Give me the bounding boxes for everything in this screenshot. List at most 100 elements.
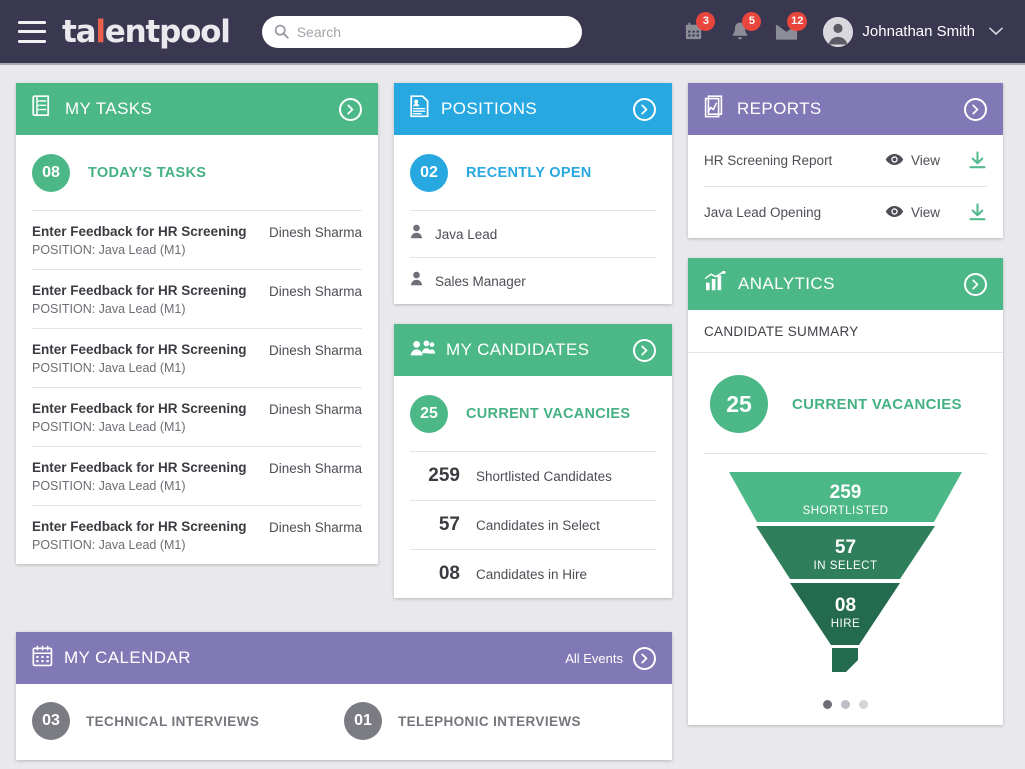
reports-title: REPORTS	[737, 99, 822, 118]
my-calendar-open-button[interactable]	[633, 646, 656, 670]
avatar[interactable]	[823, 16, 854, 47]
top-navbar: talentpool 3	[0, 0, 1025, 65]
analytics-vacancies-label: CURRENT VACANCIES	[792, 395, 962, 413]
download-report-button[interactable]	[968, 203, 987, 222]
messages-badge: 12	[787, 11, 808, 31]
task-person: Dinesh Sharma	[268, 520, 362, 535]
search-box[interactable]	[261, 15, 582, 48]
report-chart-icon	[704, 95, 726, 123]
task-position: POSITION: Java Lead (M1)	[32, 538, 186, 552]
carousel-dot-3[interactable]	[859, 700, 868, 709]
reports-open-button[interactable]	[964, 97, 987, 121]
column-middle: POSITIONS 02 RECENTLY OPEN Java Lead Sal…	[394, 83, 672, 618]
carousel-dot-1[interactable]	[823, 700, 832, 709]
task-row[interactable]: Enter Feedback for HR Screening POSITION…	[16, 329, 378, 387]
task-row[interactable]: Enter Feedback for HR Screening POSITION…	[16, 506, 378, 564]
my-candidates-count: 25	[410, 395, 448, 433]
table-row: Java Lead Opening View	[688, 187, 1003, 238]
position-name: Sales Manager	[435, 273, 526, 289]
all-events-link[interactable]: All Events	[565, 651, 623, 666]
user-name-label[interactable]: Johnathan Smith	[862, 23, 975, 40]
column-left: MY TASKS 08 TODAY'S TASKS Enter Feedback…	[16, 83, 378, 584]
calendar-nav-button[interactable]: 3	[671, 11, 717, 52]
hamburger-menu-icon[interactable]	[18, 20, 46, 43]
funnel-stage-2-value: 57	[835, 537, 856, 558]
list-item[interactable]: 08 Candidates in Hire	[394, 550, 672, 598]
task-row[interactable]: Enter Feedback for HR Screening POSITION…	[16, 388, 378, 446]
notifications-badge: 5	[742, 11, 762, 31]
app-logo[interactable]: talentpool	[62, 14, 231, 50]
task-row[interactable]: Enter Feedback for HR Screening POSITION…	[16, 447, 378, 505]
positions-open-button[interactable]	[633, 97, 656, 121]
calendar-item-telephonic[interactable]: 01 TELEPHONIC INTERVIEWS	[344, 702, 656, 740]
positions-title: POSITIONS	[441, 99, 538, 118]
my-candidates-header: MY CANDIDATES	[394, 324, 672, 376]
my-candidates-open-button[interactable]	[633, 338, 656, 362]
analytics-header: ANALYTICS	[688, 258, 1003, 310]
report-name: Java Lead Opening	[704, 205, 822, 220]
person-icon	[410, 271, 423, 291]
task-position: POSITION: Java Lead (M1)	[32, 420, 186, 434]
task-row[interactable]: Enter Feedback for HR Screening POSITION…	[16, 270, 378, 328]
task-person: Dinesh Sharma	[268, 284, 362, 299]
notifications-nav-button[interactable]: 5	[717, 11, 763, 52]
list-item[interactable]: 57 Candidates in Select	[394, 501, 672, 549]
stat-value: 259	[428, 465, 460, 486]
funnel-svg: 259 SHORTLISTED 57 IN SELECT 08 HIRE	[729, 472, 962, 672]
table-row: HR Screening Report View	[688, 135, 1003, 186]
funnel-stem	[832, 648, 858, 672]
navbar-right-actions: 3 5 12 Johnathan Smith	[671, 11, 1003, 52]
calendar-icon	[32, 645, 53, 672]
positions-card: POSITIONS 02 RECENTLY OPEN Java Lead Sal…	[394, 83, 672, 304]
reports-header: REPORTS	[688, 83, 1003, 135]
my-tasks-open-button[interactable]	[339, 97, 362, 121]
people-group-icon	[410, 339, 436, 362]
position-name: Java Lead	[435, 226, 498, 242]
search-input[interactable]	[296, 23, 570, 40]
reports-list: HR Screening Report View Java Lead Openi…	[688, 135, 1003, 238]
list-item[interactable]: Sales Manager	[394, 258, 672, 304]
my-tasks-count: 08	[32, 154, 70, 192]
my-calendar-title: MY CALENDAR	[64, 648, 191, 667]
task-title: Enter Feedback for HR Screening	[32, 283, 247, 298]
list-item[interactable]: 259 Shortlisted Candidates	[394, 452, 672, 500]
carousel-dots	[688, 691, 1003, 725]
view-label: View	[910, 153, 940, 168]
task-title: Enter Feedback for HR Screening	[32, 224, 247, 239]
my-tasks-title: MY TASKS	[65, 99, 153, 118]
analytics-open-button[interactable]	[964, 272, 987, 296]
technical-interviews-label: TECHNICAL INTERVIEWS	[86, 713, 260, 729]
carousel-dot-2[interactable]	[841, 700, 850, 709]
my-candidates-card: MY CANDIDATES 25 CURRENT VACANCIES 259 S…	[394, 324, 672, 598]
my-candidates-counter-label: CURRENT VACANCIES	[466, 406, 631, 422]
view-report-button[interactable]: View	[885, 205, 940, 221]
candidate-funnel-chart: 259 SHORTLISTED 57 IN SELECT 08 HIRE	[688, 454, 1003, 691]
calendar-item-technical[interactable]: 03 TECHNICAL INTERVIEWS	[32, 702, 344, 740]
funnel-stage-2-label: IN SELECT	[814, 560, 878, 572]
my-tasks-counter-label: TODAY'S TASKS	[88, 165, 207, 181]
stat-label: Candidates in Hire	[476, 567, 588, 582]
task-row[interactable]: Enter Feedback for HR Screening POSITION…	[16, 211, 378, 269]
view-report-button[interactable]: View	[885, 153, 940, 169]
reports-card: REPORTS HR Screening Report View Java Le…	[688, 83, 1003, 238]
my-candidates-counter-row: 25 CURRENT VACANCIES	[394, 376, 672, 451]
eye-icon	[885, 205, 904, 221]
task-position: POSITION: Java Lead (M1)	[32, 479, 186, 493]
report-name: HR Screening Report	[704, 153, 833, 168]
list-item[interactable]: Java Lead	[394, 211, 672, 257]
funnel-stage-1-value: 259	[830, 482, 862, 503]
analytics-card: ANALYTICS CANDIDATE SUMMARY 25 CURRENT V…	[688, 258, 1003, 725]
column-right: REPORTS HR Screening Report View Java Le…	[688, 83, 1003, 745]
download-report-button[interactable]	[968, 151, 987, 170]
task-position: POSITION: Java Lead (M1)	[32, 361, 186, 375]
messages-nav-button[interactable]: 12	[763, 11, 809, 52]
stat-label: Shortlisted Candidates	[476, 469, 612, 484]
stat-label: Candidates in Select	[476, 518, 600, 533]
positions-list: Java Lead Sales Manager	[394, 210, 672, 304]
positions-count: 02	[410, 154, 448, 192]
chevron-down-icon[interactable]	[989, 24, 1003, 39]
funnel-stage-1-label: SHORTLISTED	[803, 505, 889, 517]
search-icon	[274, 24, 289, 39]
positions-counter-label: RECENTLY OPEN	[466, 165, 592, 181]
my-calendar-header: MY CALENDAR All Events	[16, 632, 672, 684]
